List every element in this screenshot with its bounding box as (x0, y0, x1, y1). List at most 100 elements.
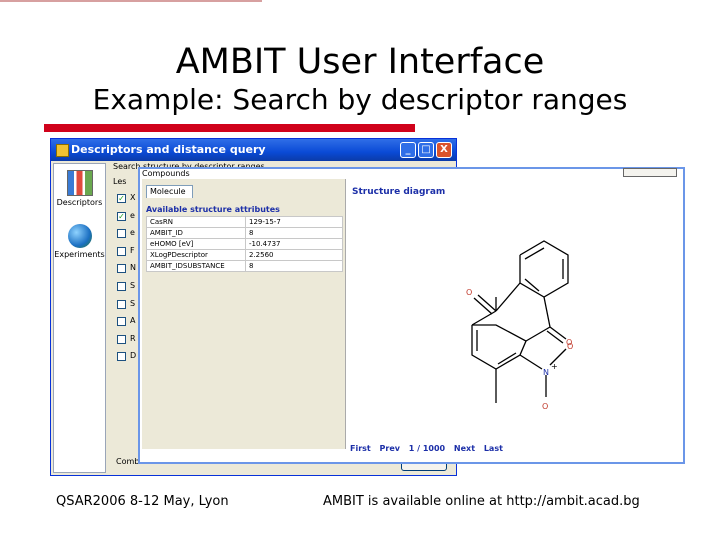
carbonyl-bond (549, 326, 567, 340)
structure-diagram: O O N + O O O (466, 240, 573, 411)
nav-label-descriptors: Descriptors (56, 198, 103, 207)
row-checkbox[interactable] (117, 229, 126, 239)
row-checkbox[interactable] (117, 246, 126, 256)
attribute-value: 8 (245, 260, 343, 272)
minimize-button[interactable]: _ (400, 142, 416, 158)
prev-button[interactable]: Prev (380, 444, 400, 453)
table-row[interactable]: XLogPDescriptor 2.2560 (146, 249, 343, 261)
maximize-button[interactable]: □ (418, 142, 434, 158)
row-checkbox[interactable] (117, 299, 126, 309)
descriptor-list: Les ✓ X ✓ e e F N S S A R D (111, 175, 141, 461)
row-checkbox[interactable] (117, 317, 126, 327)
nav-item-experiments[interactable]: Experiments (54, 224, 105, 259)
atom-labels: O O N + O O O (466, 288, 573, 411)
descriptor-row[interactable]: D (111, 349, 141, 365)
navigation-sidebar: Descriptors Experiments (53, 163, 106, 473)
atom-label: N (543, 368, 549, 377)
title-accent-bar (44, 124, 415, 132)
attribute-value: 8 (245, 227, 343, 239)
row-checkbox[interactable] (117, 352, 126, 362)
descriptor-row[interactable]: e (111, 226, 141, 242)
charge-label: + (551, 362, 558, 371)
row-checkbox[interactable] (117, 282, 126, 291)
attribute-value: 2.2560 (245, 249, 343, 261)
top-right-button[interactable] (623, 168, 677, 177)
descriptor-row[interactable]: F (111, 244, 141, 260)
atom-label: O (466, 288, 472, 297)
bond (525, 326, 551, 342)
nitro-bond (519, 354, 543, 370)
nav-item-descriptors[interactable]: Descriptors (54, 170, 105, 207)
molecule-bonds (471, 240, 569, 403)
row-checkbox[interactable] (117, 264, 126, 274)
column-header: Les (111, 175, 141, 191)
descriptor-row[interactable]: ✓ e (111, 209, 141, 225)
row-label: F (130, 245, 135, 255)
double-bond (524, 278, 540, 292)
first-button[interactable]: First (350, 444, 371, 453)
descriptor-row[interactable]: S (111, 297, 141, 313)
attributes-table: CasRN 129-15-7 AMBIT_ID 8 eHOMO [eV] -10.4737… (146, 216, 343, 272)
globe-icon (67, 224, 92, 248)
app-icon (56, 144, 69, 157)
table-row[interactable]: AMBIT_IDSUBSTANCE 8 (146, 260, 343, 272)
row-label: S (130, 281, 136, 290)
row-checkbox[interactable]: ✓ (117, 211, 126, 221)
slide-title: AMBIT User Interface (175, 42, 545, 82)
ring-bottom (471, 324, 527, 370)
descriptor-row[interactable]: S (111, 279, 141, 295)
descriptor-row[interactable]: ✓ X (111, 191, 141, 207)
atom-label: O (542, 402, 548, 411)
last-button[interactable]: Last (484, 444, 503, 453)
attribute-name: AMBIT_IDSUBSTANCE (146, 260, 246, 272)
carbonyl-bond (477, 294, 497, 312)
row-label: A (130, 316, 136, 326)
carbonyl-bond (473, 297, 493, 315)
footer-url: AMBIT is available online at http://ambi… (323, 494, 640, 509)
descriptor-row[interactable]: A (111, 314, 141, 330)
row-label: e (130, 210, 135, 220)
table-row[interactable]: AMBIT_ID 8 (146, 227, 343, 239)
table-row[interactable]: eHOMO [eV] -10.4737 (146, 238, 343, 250)
row-checkbox[interactable]: ✓ (117, 194, 126, 203)
double-bond (524, 247, 545, 260)
compounds-tab[interactable]: Compounds (142, 169, 190, 178)
descriptor-row[interactable]: N (111, 261, 141, 277)
row-label: R (130, 333, 136, 343)
bond (543, 296, 551, 328)
carbonyl-bond (546, 330, 564, 344)
title-divider-line (0, 0, 262, 2)
bar-chart-icon (66, 170, 93, 196)
page-position: 1 / 1000 (408, 444, 446, 453)
bond (471, 310, 497, 326)
close-button[interactable]: X (436, 142, 452, 158)
combine-label: Comb (116, 457, 140, 466)
attributes-title: Available structure attributes (146, 205, 280, 214)
row-label: e (130, 228, 135, 238)
attribute-value: -10.4737 (245, 238, 343, 250)
row-label: N (130, 263, 136, 273)
attribute-name: CasRN (146, 216, 246, 228)
atom-label: O (566, 338, 572, 347)
structure-title: Structure diagram (352, 187, 446, 197)
table-row[interactable]: CasRN 129-15-7 (146, 216, 343, 228)
bond (495, 282, 521, 312)
next-button[interactable]: Next (454, 444, 475, 453)
compounds-window: Compounds Molecule Available structure a… (138, 167, 685, 464)
attribute-name: eHOMO [eV] (146, 238, 246, 250)
attribute-name: AMBIT_ID (146, 227, 246, 239)
ring-top (519, 240, 569, 298)
nav-label-experiments: Experiments (54, 250, 105, 259)
molecule-tab[interactable]: Molecule (146, 185, 193, 198)
molecule-pane: Molecule Available structure attributes … (142, 179, 346, 449)
row-checkbox[interactable] (117, 334, 126, 344)
descriptor-row[interactable]: R (111, 332, 141, 348)
window-title: Descriptors and distance query (71, 143, 266, 156)
row-label: S (130, 298, 136, 308)
pager: First Prev 1 / 1000 Next Last (350, 444, 509, 453)
column-label: Les (113, 177, 127, 186)
footer-conference: QSAR2006 8-12 May, Lyon (56, 494, 229, 509)
window-titlebar[interactable]: Descriptors and distance query _ □ X (51, 139, 456, 161)
row-label: X (130, 193, 136, 202)
row-label: D (130, 351, 137, 361)
